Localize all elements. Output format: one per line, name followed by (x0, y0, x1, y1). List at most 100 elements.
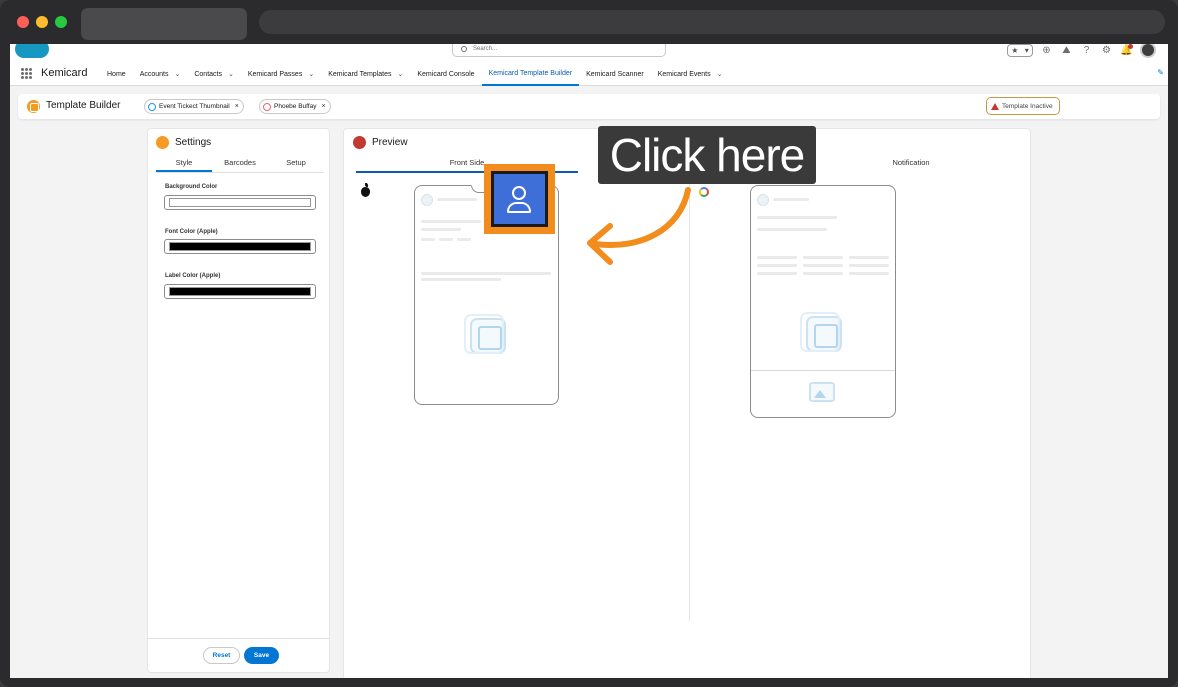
minimize-window-button[interactable] (36, 16, 48, 28)
address-bar[interactable] (259, 10, 1165, 34)
nav-items: Home Accounts ⌄ Contacts ⌄ Kemicard Passes ⌄ Ke… (100, 62, 730, 86)
template-pill[interactable]: Event Tickect Thumbnail × (144, 99, 244, 114)
pass-field-line (457, 238, 471, 241)
thumbnail-image-button[interactable] (494, 174, 545, 224)
global-search-input[interactable]: Search... (452, 44, 666, 57)
remove-contact-icon[interactable]: × (322, 103, 326, 110)
pass-field-line (757, 256, 797, 259)
navigation-bar: Kemicard Home Accounts ⌄ Contacts ⌄ Kemicard … (10, 62, 1168, 86)
pass-field-line (421, 272, 551, 275)
remove-template-icon[interactable]: × (235, 103, 239, 110)
pass-field-line (757, 264, 797, 267)
qr-code-icon (464, 314, 506, 354)
click-here-callout: Click here (598, 126, 816, 184)
app-name: Kemicard (41, 67, 88, 79)
notifications-bell-icon[interactable]: 🔔 (1120, 44, 1133, 57)
chevron-down-icon[interactable]: ⌄ (717, 70, 723, 78)
browser-tab[interactable] (81, 8, 247, 40)
template-pill-label: Event Tickect Thumbnail (159, 103, 230, 110)
chevron-down-icon[interactable]: ⌄ (228, 70, 234, 78)
nav-item-accounts[interactable]: Accounts ⌄ (133, 62, 188, 86)
nav-item-kemicard-scanner[interactable]: Kemicard Scanner (579, 62, 651, 86)
callout-arrow-icon (587, 187, 691, 265)
app-viewport: Search... ★ ▾ ⊕ ⛰ ? ⚙ 🔔 Kemicard Home Acco… (10, 44, 1168, 678)
contact-pill-icon (263, 102, 271, 111)
pass-header-line (773, 198, 809, 201)
google-pass-preview (750, 185, 896, 418)
maximize-window-button[interactable] (55, 16, 67, 28)
pass-header-line (437, 198, 477, 201)
nav-item-label: Accounts (139, 70, 169, 78)
edit-nav-pencil-icon[interactable]: ✎ (1157, 68, 1164, 77)
tab-setup[interactable]: Setup (268, 153, 324, 172)
pass-field-line (757, 272, 797, 275)
pass-field-line (803, 256, 843, 259)
nav-item-kemicard-passes[interactable]: Kemicard Passes ⌄ (241, 62, 321, 86)
close-window-button[interactable] (17, 16, 29, 28)
search-placeholder: Search... (473, 46, 498, 52)
salesforce-logo[interactable] (15, 44, 49, 58)
window-titlebar (0, 0, 1178, 44)
nav-item-label: Kemicard Passes (247, 70, 303, 78)
tab-style[interactable]: Style (156, 153, 212, 172)
tab-notification[interactable]: Notification (801, 153, 1021, 173)
global-actions-icon[interactable]: ⊕ (1040, 44, 1053, 57)
settings-title: Settings (175, 137, 212, 148)
pass-footer-divider (751, 370, 895, 371)
person-body-icon (507, 202, 531, 213)
nav-item-label: Kemicard Console (417, 70, 475, 78)
chevron-down-icon[interactable]: ⌄ (398, 70, 404, 78)
background-color-field[interactable] (164, 195, 316, 210)
nav-item-kemicard-events[interactable]: Kemicard Events ⌄ (651, 62, 730, 86)
chevron-down-icon[interactable]: ⌄ (174, 70, 180, 78)
settings-panel: Settings Style Barcodes Setup Background… (147, 128, 330, 673)
font-color-field[interactable] (164, 239, 316, 254)
chevron-down-icon: ▾ (1024, 45, 1029, 55)
nav-item-kemicard-templates[interactable]: Kemicard Templates ⌄ (321, 62, 410, 86)
template-status-label: Template Inactive (1002, 102, 1053, 110)
app-launcher-icon[interactable] (21, 68, 32, 79)
nav-item-home[interactable]: Home (100, 62, 133, 86)
thumbnail-highlight (484, 164, 555, 234)
preview-title: Preview (372, 137, 408, 148)
pass-field-line (439, 238, 453, 241)
pass-field-line (421, 238, 435, 241)
settings-icon (156, 136, 169, 149)
nav-item-label: Kemicard Templates (328, 70, 392, 78)
help-icon[interactable]: ? (1080, 44, 1093, 57)
reset-button[interactable]: Reset (203, 647, 240, 664)
favorites-button[interactable]: ★ ▾ (1007, 44, 1033, 57)
save-button[interactable]: Save (244, 647, 279, 664)
nav-item-label: Contacts (194, 70, 222, 78)
background-color-swatch (169, 198, 311, 207)
pass-field-line (421, 278, 501, 281)
contact-pill[interactable]: Phoebe Buffay × (259, 99, 331, 114)
nav-item-label: Kemicard Template Builder (488, 69, 573, 77)
pass-field-line (803, 264, 843, 267)
gear-icon[interactable]: ⚙ (1100, 44, 1113, 57)
font-color-swatch (169, 242, 311, 251)
trailhead-icon[interactable]: ⛰ (1060, 44, 1073, 57)
nav-item-kemicard-console[interactable]: Kemicard Console (410, 62, 481, 86)
thumbnail-frame (491, 171, 548, 227)
global-header: Search... ★ ▾ ⊕ ⛰ ? ⚙ 🔔 (10, 44, 1168, 62)
header-utility-icons: ★ ▾ ⊕ ⛰ ? ⚙ 🔔 (1007, 44, 1156, 58)
label-color-label: Label Color (Apple) (165, 273, 221, 279)
search-icon (461, 46, 467, 52)
image-placeholder-icon (809, 382, 835, 402)
nav-item-kemicard-template-builder[interactable]: Kemicard Template Builder (481, 62, 580, 86)
font-color-label: Font Color (Apple) (165, 229, 218, 235)
nav-item-contacts[interactable]: Contacts ⌄ (187, 62, 241, 86)
chevron-down-icon[interactable]: ⌄ (308, 70, 314, 78)
pass-logo-placeholder (757, 194, 769, 206)
user-avatar[interactable] (1140, 44, 1156, 58)
pass-field-line (421, 220, 481, 223)
background-color-label: Background Color (165, 184, 218, 190)
settings-footer: Reset Save (148, 638, 329, 672)
label-color-swatch (169, 287, 311, 296)
warning-icon (991, 102, 999, 110)
pass-field-line (849, 272, 889, 275)
label-color-field[interactable] (164, 284, 316, 299)
tab-barcodes[interactable]: Barcodes (212, 153, 268, 172)
pass-field-line (849, 264, 889, 267)
